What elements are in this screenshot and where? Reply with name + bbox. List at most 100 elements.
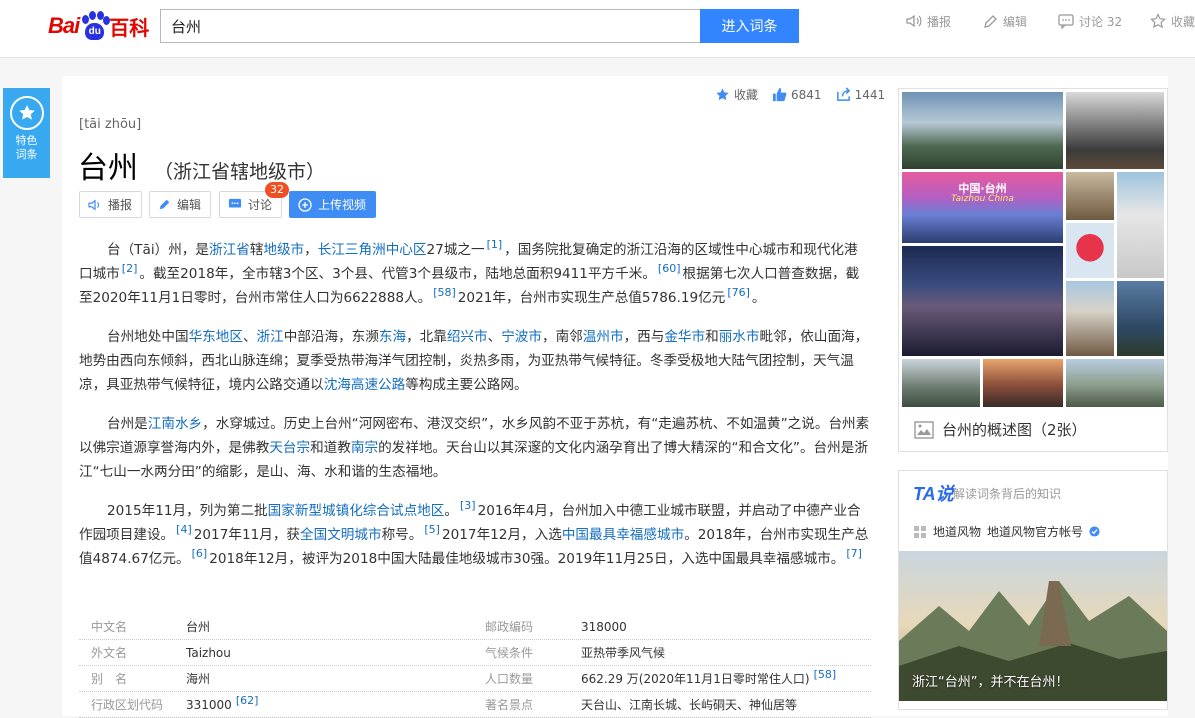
- reference-4[interactable]: [4]: [176, 523, 192, 536]
- reference-6[interactable]: [6]: [192, 547, 208, 560]
- text: 和道教: [310, 440, 351, 456]
- album-photo-sculpture[interactable]: [1117, 172, 1164, 278]
- ta-article-caption[interactable]: 浙江“台州”，并不在台州！: [912, 671, 1068, 690]
- enter-entry-button[interactable]: 进入词条: [700, 9, 799, 43]
- link-civilized-city[interactable]: 全国文明城市: [300, 527, 382, 543]
- album-photo-great-wall[interactable]: [1066, 359, 1164, 407]
- broadcast-button[interactable]: 播报: [79, 191, 143, 218]
- favorite-label: 收藏: [734, 88, 759, 102]
- share-stat[interactable]: 1441: [836, 86, 885, 103]
- album-photo-red-sculpture[interactable]: [1066, 223, 1114, 278]
- text: ，南邻: [542, 329, 583, 345]
- favorite-stat[interactable]: 收藏: [715, 86, 758, 103]
- chat-icon: [1058, 13, 1074, 29]
- link-tiantai-sect[interactable]: 天台宗: [269, 440, 310, 456]
- edit-button[interactable]: 编辑: [149, 191, 212, 218]
- banner-subtext: Taizhou China: [951, 194, 1014, 204]
- alias-link[interactable]: 海州: [186, 666, 210, 692]
- reference-7[interactable]: [7]: [846, 547, 862, 560]
- link-shaoxing[interactable]: 绍兴市: [447, 329, 488, 345]
- album-photo-city-night[interactable]: [902, 246, 1063, 356]
- header-broadcast-label: 播报: [927, 14, 952, 29]
- image-icon: [914, 420, 934, 439]
- division-code-value: 331000: [186, 698, 232, 712]
- featured-entry-tab[interactable]: 特色 词条: [3, 88, 50, 178]
- header-discuss-button[interactable]: 讨论 32: [1058, 12, 1122, 30]
- link-yangtze-delta[interactable]: 长江三角洲中心区: [318, 242, 427, 258]
- album-photo-temple[interactable]: [1066, 92, 1164, 169]
- link-shenhai-expressway[interactable]: 沈海高速公路: [324, 377, 406, 393]
- info-value: 318000: [581, 620, 627, 634]
- featured-label-2: 词条: [15, 148, 38, 161]
- album-photo-banner[interactable]: 中国·台州 Taizhou China: [902, 172, 1063, 243]
- pinyin: [tāi zhōu]: [79, 117, 142, 132]
- pencil-icon: [159, 199, 170, 210]
- text: ，: [304, 242, 318, 258]
- text: 2017年12月，入选: [441, 527, 562, 543]
- text: 、: [242, 329, 257, 345]
- link-wenzhou[interactable]: 温州市: [583, 329, 624, 345]
- author-account: 地道风物官方帐号: [987, 525, 1084, 539]
- info-key: 著名景点: [485, 698, 534, 712]
- discuss-label: 讨论: [248, 198, 273, 212]
- header-favorite-button[interactable]: 收藏: [1150, 12, 1195, 30]
- summary-album[interactable]: 中国·台州 Taizhou China: [898, 88, 1168, 452]
- text: 2015年11月，列为第二批: [107, 503, 268, 519]
- header-broadcast-button[interactable]: 播报: [906, 12, 951, 30]
- reference-58[interactable]: [58]: [814, 668, 837, 681]
- album-photo-street[interactable]: [983, 359, 1063, 407]
- grid-icon: [914, 525, 926, 538]
- reference-1[interactable]: [1]: [487, 238, 503, 251]
- link-ningbo[interactable]: 宁波市: [501, 329, 542, 345]
- link-happiest-city[interactable]: 中国最具幸福感城市: [562, 527, 684, 543]
- search-input[interactable]: [161, 10, 700, 42]
- album-photo-rock[interactable]: [902, 359, 980, 407]
- baidu-baike-logo[interactable]: Bai du 百科: [48, 8, 149, 44]
- link-east-china[interactable]: 华东地区: [189, 329, 243, 345]
- link-prefecture-city[interactable]: 地级市: [263, 242, 304, 258]
- link-zhejiang[interactable]: 浙江: [257, 329, 284, 345]
- ta-shuo-logo: TA说: [913, 484, 954, 504]
- link-lishui[interactable]: 丽水市: [719, 329, 760, 345]
- link-urbanization-pilot[interactable]: 国家新型城镇化综合试点地区: [268, 503, 445, 519]
- header-edit-button[interactable]: 编辑: [983, 12, 1027, 30]
- album-caption[interactable]: 台州的概述图（2张）: [914, 419, 1087, 440]
- upload-video-label: 上传视频: [318, 198, 367, 212]
- ta-author[interactable]: 地道风物 地道风物官方帐号: [913, 523, 1100, 540]
- like-stat[interactable]: 6841: [772, 86, 822, 103]
- upload-video-button[interactable]: 上传视频: [289, 191, 377, 218]
- plus-circle-icon: [298, 197, 312, 212]
- attractions-link[interactable]: 天台山、江南长城、长屿硐天、神仙居等: [581, 692, 797, 718]
- header-discuss-label: 讨论 32: [1079, 14, 1123, 29]
- reference-60[interactable]: [60]: [658, 262, 681, 275]
- paw-icon: du: [80, 11, 111, 41]
- album-caption-text: 台州的概述图（2张）: [942, 421, 1087, 439]
- link-east-sea[interactable]: 东海: [379, 329, 406, 345]
- reference-62[interactable]: [62]: [236, 694, 259, 707]
- reference-5[interactable]: [5]: [424, 523, 440, 536]
- author-name: 地道风物: [933, 525, 982, 539]
- climate-link[interactable]: 亚热带季风气候: [581, 640, 665, 666]
- text: 台（Tāi）州，是: [107, 242, 209, 258]
- chat-icon: [228, 198, 242, 208]
- link-zhejiang[interactable]: 浙江省: [209, 242, 250, 258]
- reference-58[interactable]: [58]: [433, 286, 456, 299]
- text: 。截至2018年，全市辖3个区、3个县、代管3个县级市，陆地总面积9411平方千…: [139, 266, 656, 282]
- text: 称号。: [381, 527, 423, 543]
- text: 辖: [249, 242, 264, 258]
- link-south-sect[interactable]: 南宗: [351, 440, 378, 456]
- text: ，西与: [623, 329, 665, 345]
- logo-baike: 百科: [109, 15, 150, 40]
- reference-76[interactable]: [76]: [727, 286, 750, 299]
- entry-title: 台州: [78, 151, 138, 186]
- info-key: 人口数量: [485, 672, 534, 686]
- reference-3[interactable]: [3]: [460, 499, 476, 512]
- link-jiangnan-water-town[interactable]: 江南水乡: [148, 416, 202, 432]
- link-jinhua[interactable]: 金华市: [664, 329, 705, 345]
- entry-stats: 收藏 6841 1441: [715, 86, 885, 103]
- album-photo-coast[interactable]: [1117, 281, 1164, 356]
- reference-2[interactable]: [2]: [122, 262, 138, 275]
- album-photo-mountain[interactable]: [902, 92, 1063, 169]
- album-photo-tower[interactable]: [1066, 281, 1114, 356]
- album-photo-pagoda[interactable]: [1066, 172, 1114, 220]
